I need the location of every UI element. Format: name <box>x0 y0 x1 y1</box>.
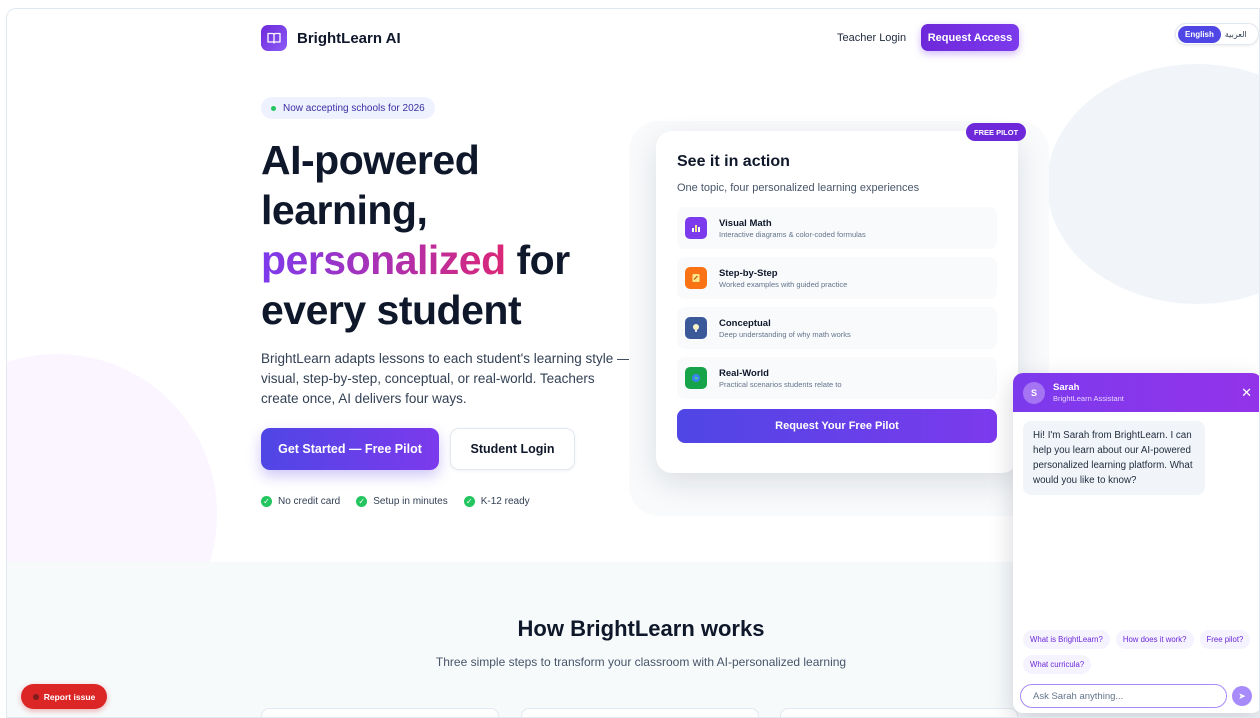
student-login-button[interactable]: Student Login <box>450 428 575 470</box>
feature-checklist: ✓ No credit card ✓ Setup in minutes ✓ K-12 … <box>261 496 530 507</box>
step-card <box>780 708 1018 717</box>
check-label: Setup in minutes <box>373 496 448 507</box>
feature-title: Step-by-Step <box>719 267 778 279</box>
announcement-badge: Now accepting schools for 2026 <box>261 97 435 119</box>
hero-title-line-2: learning, <box>261 187 428 233</box>
lang-arabic-button[interactable]: العربية <box>1225 30 1247 39</box>
suggestion-chip[interactable]: What is BrightLearn? <box>1023 630 1110 649</box>
request-access-button[interactable]: Request Access <box>921 24 1019 51</box>
assistant-role: BrightLearn Assistant <box>1053 394 1124 403</box>
brand-logo[interactable]: BrightLearn AI <box>261 25 401 51</box>
avatar: S <box>1023 381 1045 404</box>
suggestion-chip[interactable]: What curricula? <box>1023 655 1092 674</box>
page-frame: BrightLearn AI Teacher Login Request Acc… <box>6 8 1260 718</box>
feature-description: Practical scenarios students relate to <box>719 379 842 389</box>
lang-english-button[interactable]: English <box>1178 25 1221 43</box>
feature-title: Conceptual <box>719 317 771 329</box>
get-started-button[interactable]: Get Started — Free Pilot <box>261 428 439 470</box>
globe-icon <box>685 367 707 389</box>
bug-icon <box>32 693 39 700</box>
suggestion-chip[interactable]: Free pilot? <box>1199 630 1251 649</box>
chart-icon <box>685 217 707 239</box>
teacher-login-link[interactable]: Teacher Login <box>837 32 906 44</box>
feature-item-visual-math[interactable]: Visual Math Interactive diagrams & color-… <box>677 207 997 249</box>
check-item: ✓ No credit card <box>261 496 340 507</box>
hero-title-line-1: AI-powered <box>261 137 480 183</box>
lightbulb-icon <box>685 317 707 339</box>
feature-item-conceptual[interactable]: Conceptual Deep understanding of why math… <box>677 307 997 349</box>
feature-title: Real-World <box>719 367 769 379</box>
card-subtitle: One topic, four personalized learning ex… <box>677 182 920 194</box>
chat-input-row: Ask Sarah anything... ➤ <box>1020 684 1259 708</box>
feature-description: Interactive diagrams & color-coded formu… <box>719 229 866 239</box>
decorative-blob-right <box>1047 64 1259 304</box>
hero-title-highlight: personalized <box>261 237 506 283</box>
announcement-text: Now accepting schools for 2026 <box>283 102 425 114</box>
check-item: ✓ Setup in minutes <box>356 496 448 507</box>
action-card: See it in action One topic, four persona… <box>656 131 1018 473</box>
chat-message: Hi! I'm Sarah from BrightLearn. I can he… <box>1023 421 1205 495</box>
check-circle-icon: ✓ <box>261 496 272 507</box>
request-pilot-button[interactable]: Request Your Free Pilot <box>677 409 997 443</box>
card-title: See it in action <box>677 153 790 170</box>
feature-item-real-world[interactable]: Real-World Practical scenarios students r… <box>677 357 997 399</box>
hero-title-for: for <box>505 237 571 283</box>
check-circle-icon: ✓ <box>356 496 368 507</box>
hero-title: AI-powered learning, personalized for ev… <box>261 135 661 335</box>
status-dot-icon <box>271 105 276 111</box>
feature-description: Deep understanding of why math works <box>719 329 851 339</box>
hero-title-line-4: every student <box>261 287 522 333</box>
check-label: K-12 ready <box>480 496 530 507</box>
chat-input[interactable]: Ask Sarah anything... <box>1020 684 1227 708</box>
language-switcher: English العربية <box>1175 23 1259 45</box>
feature-description: Worked examples with guided practice <box>719 279 848 289</box>
check-circle-icon: ✓ <box>463 496 475 507</box>
chat-header: S Sarah BrightLearn Assistant ✕ <box>1013 373 1259 412</box>
feature-title: Visual Math <box>719 217 772 229</box>
pencil-icon <box>685 267 707 289</box>
step-card <box>521 708 759 717</box>
check-item: ✓ K-12 ready <box>463 496 530 507</box>
suggestion-chip[interactable]: How does it work? <box>1115 630 1194 649</box>
hero-description: BrightLearn adapts lessons to each stude… <box>261 351 631 406</box>
brand-name: BrightLearn AI <box>297 29 401 47</box>
assistant-name: Sarah <box>1053 382 1080 393</box>
check-label: No credit card <box>278 496 341 507</box>
suggestion-chips: What is BrightLearn? How does it work? F… <box>1023 630 1258 674</box>
step-card <box>261 708 499 717</box>
close-icon[interactable]: ✕ <box>1241 385 1252 401</box>
send-icon[interactable]: ➤ <box>1232 686 1252 706</box>
feature-item-step-by-step[interactable]: Step-by-Step Worked examples with guided … <box>677 257 997 299</box>
free-pilot-badge: FREE PILOT <box>966 123 1027 141</box>
chat-widget: S Sarah BrightLearn Assistant ✕ Hi! I'm … <box>1013 373 1259 713</box>
book-icon <box>261 25 287 51</box>
report-issue-button[interactable]: Report issue <box>21 684 107 709</box>
report-issue-label: Report issue <box>43 691 96 702</box>
